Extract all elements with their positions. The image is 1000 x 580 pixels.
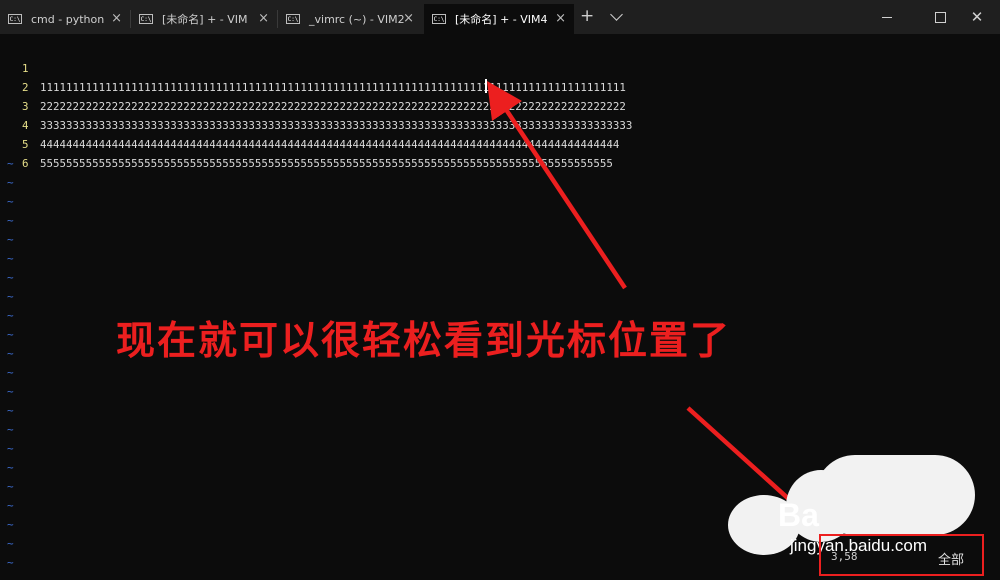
annotation-arrow-cursor	[487, 81, 627, 290]
scroll-position: 全部	[938, 553, 965, 568]
watermark-blob	[815, 455, 975, 535]
annotation-caption: 现在就可以很轻松看到光标位置了	[116, 319, 732, 364]
watermark-logo: Ba	[778, 497, 819, 533]
cursor-position: 3,58	[831, 550, 858, 563]
